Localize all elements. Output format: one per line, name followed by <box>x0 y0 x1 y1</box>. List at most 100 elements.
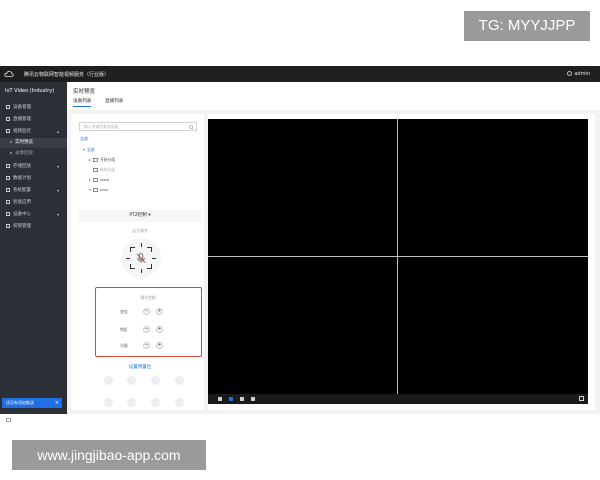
tab-device-list[interactable]: 设备列表 <box>73 98 92 107</box>
sidebar-item-video-playback[interactable]: 录像回放 <box>0 149 67 159</box>
video-window-3[interactable] <box>208 257 397 394</box>
grid-divider-horizontal <box>208 256 588 257</box>
arrow-up-icon[interactable] <box>140 243 142 247</box>
video-window-4[interactable] <box>398 257 587 394</box>
sidebar-item-video-monitoring[interactable]: 视频监控 ▴ <box>0 127 67 137</box>
iris-minus-button[interactable]: − <box>143 342 150 349</box>
watermark-url-badge: www.jingjibao-app.com <box>12 440 206 470</box>
user-icon <box>567 71 573 76</box>
search-placeholder: 输入关键字查询设备 <box>84 124 119 129</box>
notification-toast[interactable]: 还没有添加推送 × <box>2 398 62 408</box>
settings-icon <box>6 187 10 192</box>
arrow-right-icon[interactable] <box>152 257 156 259</box>
tab-live-list[interactable]: 直播列表 <box>105 98 123 104</box>
zoom-out-button[interactable]: − <box>143 308 150 315</box>
lens-row-iris-label: 光圈 <box>120 343 128 348</box>
cloud-logo-icon <box>4 70 14 77</box>
folder-icon <box>93 168 98 172</box>
preset-button-7[interactable] <box>151 398 160 407</box>
chevron-up-icon: ▴ <box>56 129 59 134</box>
device-icon <box>6 104 10 109</box>
sidebar-item-device-management[interactable]: 设备管理 <box>0 103 67 113</box>
preset-button-1[interactable] <box>104 376 113 385</box>
sidebar-item-permissions[interactable]: 权限管理 <box>0 222 67 232</box>
chevron-down-icon: ▾ <box>56 212 59 217</box>
arrow-up-right-icon[interactable] <box>147 247 152 252</box>
sidebar-item-realtime-preview[interactable]: 实时预览 <box>0 138 67 148</box>
page-header: 实时预览 设备列表 直播列表 <box>67 82 600 110</box>
sidebar-item-system-config[interactable]: 系统配置 ▾ <box>0 186 67 196</box>
sidebar-item-storage-playback[interactable]: 存储回放 ▾ <box>0 162 67 172</box>
folder-icon <box>93 188 98 192</box>
arrow-left-icon[interactable] <box>126 257 130 259</box>
live-icon <box>6 116 10 121</box>
ai-icon <box>6 199 10 204</box>
tree-node-root[interactable]: ▾ 全部 <box>83 147 95 153</box>
fullscreen-icon[interactable] <box>579 396 584 401</box>
search-icon[interactable] <box>189 124 194 130</box>
preset-button-6[interactable] <box>127 398 136 407</box>
sidebar-item-live-management[interactable]: 直播管理 <box>0 115 67 125</box>
tree-link-all[interactable]: 全部 <box>80 136 88 142</box>
sidebar-title: IoT Video (Industry) <box>5 88 55 94</box>
search-input[interactable]: 输入关键字查询设备 <box>79 122 197 131</box>
layout-1-icon[interactable] <box>218 397 222 401</box>
user-icon <box>6 223 10 228</box>
video-toolbar <box>208 394 588 404</box>
ptz-control-toggle[interactable]: PTZ控制 ▾ <box>79 210 201 222</box>
mic-muted-icon[interactable] <box>135 252 147 264</box>
arrow-down-icon[interactable] <box>140 269 142 273</box>
toast-text: 还没有添加推送 <box>6 400 34 405</box>
close-icon[interactable]: × <box>55 398 59 408</box>
preset-button-5[interactable] <box>104 398 113 407</box>
tree-node-group[interactable]: ▸ 开始分组 <box>89 157 115 163</box>
plan-icon <box>6 175 10 180</box>
folder-icon <box>93 158 98 162</box>
user-menu[interactable]: admin <box>567 71 590 77</box>
video-area <box>208 114 595 410</box>
sidebar-item-smart-apps[interactable]: 智能应用 <box>0 198 67 208</box>
preset-button-4[interactable] <box>175 376 184 385</box>
page-title: 实时预览 <box>73 89 96 95</box>
iris-plus-button[interactable]: + <box>156 342 163 349</box>
collapse-sidebar-icon[interactable] <box>6 418 11 422</box>
sidebar-item-device-center[interactable]: 设备中心 ▾ <box>0 210 67 220</box>
zoom-in-button[interactable]: + <box>156 308 163 315</box>
arrow-down-right-icon[interactable] <box>147 264 152 269</box>
video-grid <box>208 119 588 394</box>
focus-minus-button[interactable]: − <box>143 326 150 333</box>
user-name: admin <box>574 71 590 77</box>
layout-9-icon[interactable] <box>240 397 244 401</box>
video-window-2[interactable] <box>398 119 587 256</box>
focus-plus-button[interactable]: + <box>156 326 163 333</box>
lens-row-focus-label: 焦距 <box>120 327 128 332</box>
center-icon <box>6 211 10 216</box>
tree-node-www[interactable]: ▸ www <box>89 177 109 182</box>
watermark-tg-badge: TG: MYYJJPP <box>464 11 590 41</box>
chevron-down-icon: ▾ <box>56 164 59 169</box>
lens-control-box: 镜头控制 变倍 − + 焦距 − + 光圈 − + <box>95 287 202 357</box>
lens-row-zoom-label: 变倍 <box>120 309 128 314</box>
tree-node-aiao[interactable]: ▾ aiao <box>89 187 108 192</box>
lens-control-title: 镜头控制 <box>140 295 156 300</box>
preset-button-3[interactable] <box>151 376 160 385</box>
video-window-1[interactable] <box>208 119 397 256</box>
preset-button-8[interactable] <box>175 398 184 407</box>
arrow-down-left-icon[interactable] <box>130 264 135 269</box>
chevron-down-icon: ▾ <box>148 213 151 218</box>
tree-node-new-group[interactable]: 新的分组 <box>93 167 115 173</box>
storage-icon <box>6 163 10 168</box>
sidebar-item-data-plan[interactable]: 数据计划 <box>0 174 67 184</box>
layout-4-icon[interactable] <box>229 397 233 401</box>
top-bar: 腾讯云物联网智能视频服务（行业版） admin <box>0 66 600 82</box>
monitor-icon <box>6 128 10 133</box>
set-preset-link[interactable]: 设置预置位 <box>79 364 201 370</box>
layout-16-icon[interactable] <box>251 397 255 401</box>
ptz-direction-pad[interactable] <box>121 238 161 278</box>
sidebar: IoT Video (Industry) 设备管理 直播管理 视频监控 ▴ 实时预… <box>0 82 67 422</box>
app-title: 腾讯云物联网智能视频服务（行业版） <box>24 72 110 78</box>
preset-button-2[interactable] <box>127 376 136 385</box>
device-panel: 输入关键字查询设备 全部 ▾ 全部 ▸ 开始分组 新的分组 ▸ www ▾ aiao P… <box>71 114 204 410</box>
chevron-down-icon: ▾ <box>56 188 59 193</box>
ptz-subtitle: 云台调节 <box>132 228 148 233</box>
